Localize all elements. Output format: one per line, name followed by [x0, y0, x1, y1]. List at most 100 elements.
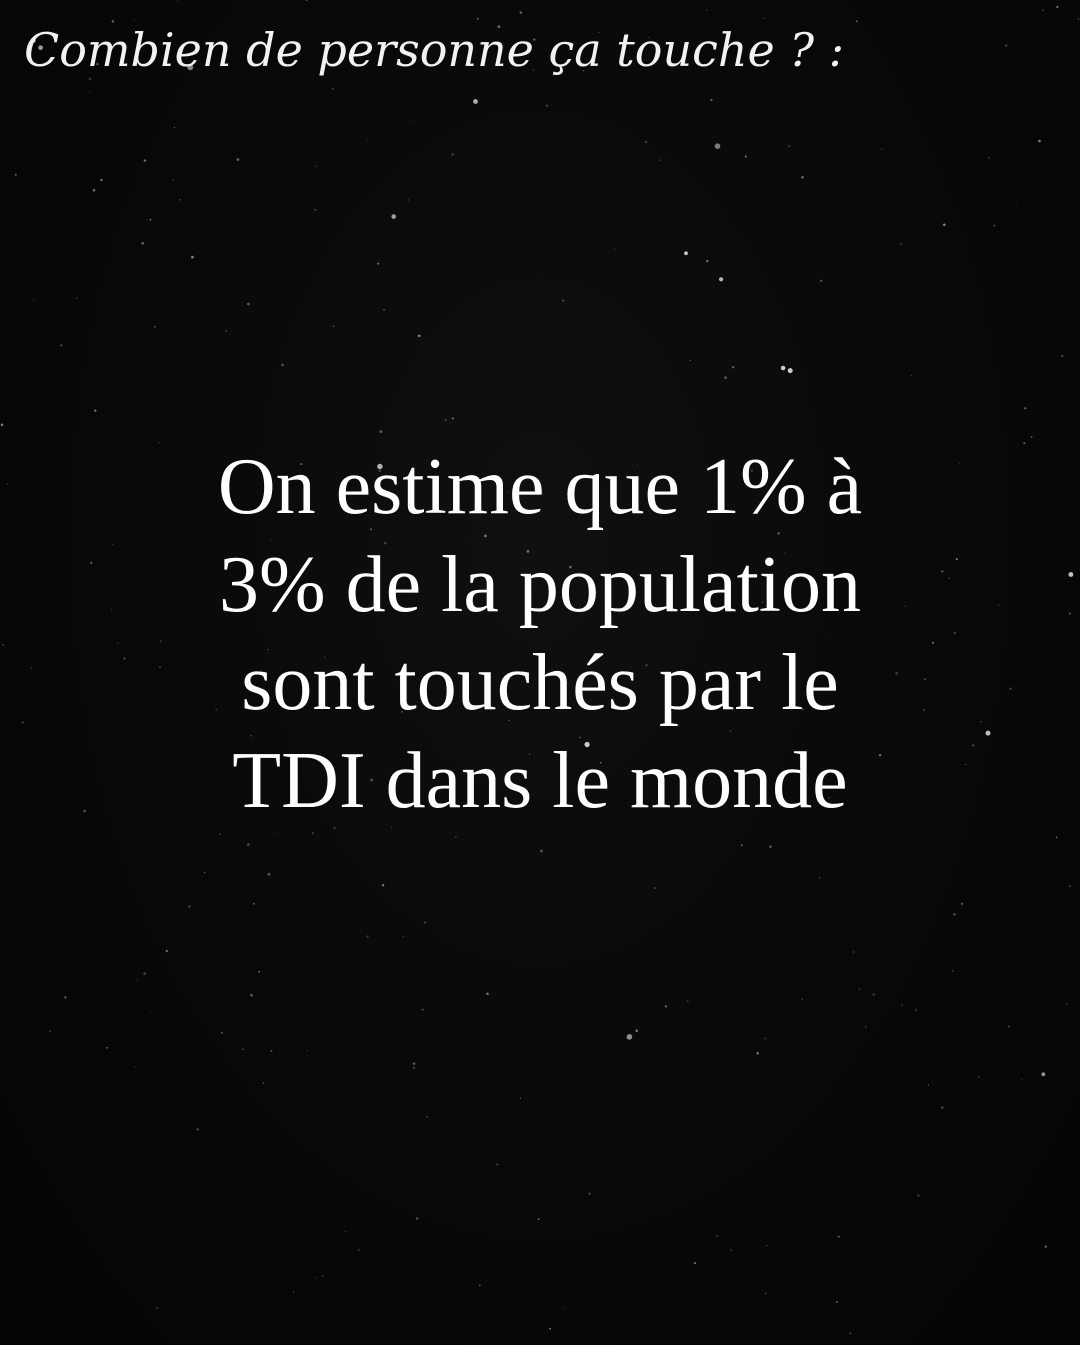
star-dot [92, 188, 96, 192]
star-dot [455, 836, 457, 838]
star-dot [236, 158, 240, 161]
star-dot [60, 344, 63, 347]
star-dot [173, 126, 176, 129]
star-dot [1004, 44, 1008, 47]
star-dot [997, 604, 1000, 606]
star-dot [1068, 885, 1071, 888]
star-dot [837, 1235, 840, 1238]
star-dot [716, 1235, 718, 1237]
star-dot [852, 950, 855, 954]
star-dot [545, 104, 548, 107]
star-dot [451, 153, 454, 156]
star-dot [21, 721, 24, 724]
star-dot [710, 98, 713, 102]
star-dot [756, 1051, 760, 1055]
star-dot [391, 214, 396, 219]
star-dot [519, 1097, 522, 1099]
star-dot [549, 1327, 552, 1330]
star-dot [88, 91, 91, 93]
star-dot [1015, 202, 1018, 204]
star-dot [943, 223, 946, 227]
star-dot [1041, 9, 1044, 12]
star-dot [561, 299, 565, 302]
star-dot [1021, 1078, 1023, 1081]
star-dot [653, 887, 656, 889]
star-dot [281, 363, 284, 367]
star-dot [191, 255, 194, 259]
star-dot [496, 1163, 499, 1166]
star-dot [100, 178, 103, 182]
star-dot [149, 218, 152, 221]
star-dot [686, 999, 689, 1003]
star-dot [127, 254, 129, 257]
star-dot [1077, 18, 1080, 20]
star-dot [382, 308, 386, 312]
star-dot [872, 993, 876, 996]
star-dot [958, 462, 961, 465]
star-dot [156, 1306, 159, 1310]
star-dot [312, 832, 314, 835]
star-dot [292, 1291, 295, 1293]
star-dot [965, 763, 967, 766]
star-dot [960, 902, 964, 905]
statement-line: TDI dans le monde [232, 737, 848, 825]
star-dot [1009, 687, 1012, 690]
star-dot [0, 423, 4, 426]
star-dot [1056, 5, 1059, 8]
star-dot [818, 877, 821, 879]
star-dot [714, 143, 721, 149]
star-dot [934, 581, 936, 583]
star-dot [940, 570, 944, 573]
star-dot [6, 483, 9, 485]
statement-line: sont touchés par le [241, 639, 839, 727]
star-dot [247, 302, 250, 306]
star-dot [444, 419, 447, 422]
star-dot [473, 99, 478, 104]
star-dot [305, 0, 308, 2]
star-dot [923, 709, 925, 711]
star-dot [693, 1262, 696, 1265]
star-dot [801, 176, 804, 179]
star-dot [980, 721, 982, 723]
star-dot [849, 1332, 852, 1335]
star-dot [252, 902, 255, 905]
star-dot [864, 1025, 867, 1028]
star-dot [246, 843, 250, 846]
star-dot [270, 1049, 273, 1052]
star-dot [740, 844, 743, 847]
star-dot [953, 632, 956, 635]
star-dot [402, 935, 405, 938]
star-dot [75, 297, 78, 300]
star-dot [820, 279, 823, 282]
star-dot [664, 1005, 668, 1008]
statement-line: On estime que 1% à [217, 443, 863, 531]
star-dot [322, 1275, 324, 1277]
star-dot [1065, 1002, 1068, 1005]
star-dot [684, 251, 688, 256]
star-dot [159, 666, 161, 668]
star-dot [744, 155, 747, 158]
star-dot [258, 970, 261, 973]
star-dot [14, 173, 17, 176]
star-dot [220, 1031, 223, 1034]
star-dot [415, 1217, 419, 1220]
star-dot [766, 1244, 768, 1247]
star-dot [366, 140, 368, 142]
star-dot [1068, 612, 1071, 615]
star-dot [932, 641, 935, 644]
star-dot [948, 577, 950, 579]
star-dot [835, 1301, 838, 1303]
star-dot [64, 996, 67, 999]
star-dot [188, 905, 191, 908]
star-dot [729, 1248, 733, 1252]
star-dot [250, 993, 253, 997]
star-dot [972, 744, 975, 747]
star-dot [2, 643, 5, 647]
star-dot [424, 921, 426, 924]
star-dot [225, 330, 227, 332]
star-dot [706, 9, 708, 12]
star-dot [314, 1277, 317, 1279]
star-dot [901, 1003, 904, 1007]
star-dot [178, 198, 181, 201]
star-dot [204, 872, 206, 874]
